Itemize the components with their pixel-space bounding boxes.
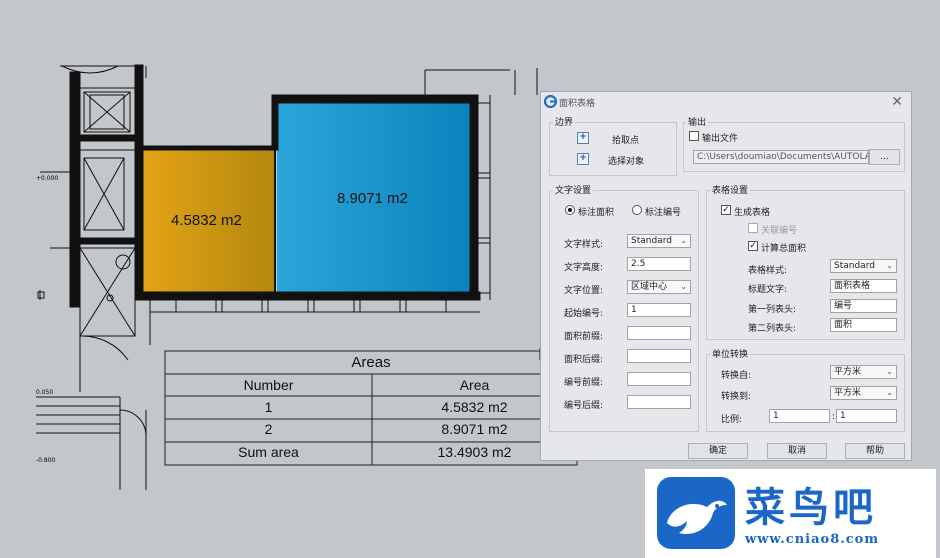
output-group-label: 输出 <box>686 115 709 128</box>
table-style-label: 表格样式: <box>748 266 788 276</box>
close-icon[interactable]: ✕ <box>891 94 903 110</box>
output-file-checkbox[interactable] <box>689 131 699 141</box>
app-logo-icon <box>544 95 557 108</box>
dialog-titlebar[interactable]: 面积表格 ✕ <box>541 92 911 112</box>
chevron-down-icon: ⌄ <box>886 367 893 376</box>
boundary-group <box>549 122 677 176</box>
link-number-checkbox[interactable] <box>748 223 758 233</box>
area-prefix-input[interactable] <box>627 326 691 340</box>
browse-button[interactable]: ... <box>869 149 900 165</box>
column1-header-input[interactable]: 编号 <box>830 299 897 313</box>
number-suffix-label: 编号后缀: <box>564 401 604 411</box>
column2-header-label: 第二列表头: <box>748 324 797 334</box>
table-title: Areas <box>351 354 391 371</box>
pick-point-icon[interactable]: + <box>577 132 589 144</box>
cad-area-table[interactable]: Areas Number Area 1 4.5832 m2 2 8.9071 m… <box>165 351 577 465</box>
ratio-left-input[interactable]: 1 <box>769 409 830 423</box>
text-height-label: 文字高度: <box>564 263 604 273</box>
cancel-button[interactable]: 取消 <box>767 443 827 459</box>
room-2-area-label: 8.9071 m2 <box>337 190 408 207</box>
room-1-area-label: 4.5832 m2 <box>171 212 242 229</box>
table-header: Number <box>243 377 294 393</box>
ratio-separator: : <box>832 412 836 422</box>
text-position-select[interactable]: 区域中心 ⌄ <box>627 280 691 294</box>
number-prefix-input[interactable] <box>627 372 691 386</box>
chevron-down-icon: ⌄ <box>680 236 687 245</box>
convert-from-select[interactable]: 平方米 ⌄ <box>830 365 897 379</box>
area-prefix-label: 面积前缀: <box>564 332 604 342</box>
watermark-name: 菜鸟吧 <box>745 484 877 531</box>
calc-total-label: 计算总面积 <box>761 244 807 254</box>
ratio-right-input[interactable]: 1 <box>836 409 897 423</box>
pick-point-button[interactable]: 拾取点 <box>612 133 639 146</box>
number-prefix-label: 编号前缀: <box>564 378 604 388</box>
table-settings-group-label: 表格设置 <box>710 183 751 196</box>
label-number-radio-label: 标注编号 <box>645 208 682 218</box>
unit-convert-group-label: 单位转换 <box>710 347 751 360</box>
link-number-label: 关联编号 <box>761 226 798 236</box>
watermark-logo: 菜鸟吧 www.cniao8.com <box>645 469 936 558</box>
table-style-select[interactable]: Standard ⌄ <box>830 259 897 273</box>
column1-header-label: 第一列表头: <box>748 305 797 315</box>
chevron-down-icon: ⌄ <box>886 261 893 270</box>
table-cell: Sum area <box>238 444 299 460</box>
watermark-url: www.cniao8.com <box>745 532 880 547</box>
select-object-button[interactable]: 选择对象 <box>608 154 644 167</box>
table-cell: 2 <box>264 421 273 437</box>
title-text-input[interactable]: 面积表格 <box>830 279 897 293</box>
generate-table-label: 生成表格 <box>734 208 771 218</box>
area-suffix-label: 面积后缀: <box>564 355 604 365</box>
text-style-select[interactable]: Standard ⌄ <box>627 234 691 248</box>
label-area-radio[interactable] <box>565 205 575 215</box>
help-button[interactable]: 帮助 <box>845 443 905 459</box>
convert-to-select[interactable]: 平方米 ⌄ <box>830 386 897 400</box>
number-suffix-input[interactable] <box>627 395 691 409</box>
text-height-input[interactable]: 2.5 <box>627 257 691 271</box>
calc-total-checkbox[interactable]: ✓ <box>748 241 758 251</box>
text-settings-group-label: 文字设置 <box>553 183 594 196</box>
convert-from-label: 转换自: <box>721 371 752 381</box>
elevation-mark: -0.800 <box>36 457 56 464</box>
start-number-label: 起始编号: <box>564 309 604 319</box>
output-path-field[interactable]: C:\Users\doumiao\Documents\AUTOLAYOU <box>693 150 869 164</box>
chevron-down-icon: ⌄ <box>680 282 687 291</box>
text-style-label: 文字样式: <box>564 240 604 250</box>
convert-to-label: 转换到: <box>721 392 752 402</box>
output-file-label: 输出文件 <box>702 134 739 144</box>
elevation-mark: +0.000 <box>36 175 59 182</box>
boundary-group-label: 边界 <box>553 115 576 128</box>
area-suffix-input[interactable] <box>627 349 691 363</box>
column2-header-input[interactable]: 面积 <box>830 318 897 332</box>
title-text-label: 标题文字: <box>748 285 788 295</box>
ok-button[interactable]: 确定 <box>688 443 748 459</box>
select-object-icon[interactable]: + <box>577 153 589 165</box>
label-number-radio[interactable] <box>632 205 642 215</box>
chevron-down-icon: ⌄ <box>886 388 893 397</box>
ratio-label: 比例: <box>721 415 743 425</box>
area-table-dialog[interactable]: 面积表格 ✕ 边界 + 拾取点 + 选择对象 输出 输出文件 C:\Users\… <box>540 91 912 461</box>
generate-table-checkbox[interactable]: ✓ <box>721 205 731 215</box>
text-position-label: 文字位置: <box>564 286 604 296</box>
dialog-title: 面积表格 <box>559 99 596 109</box>
start-number-input[interactable]: 1 <box>627 303 691 317</box>
bird-logo-icon <box>657 477 735 549</box>
table-cell: 1 <box>264 399 273 415</box>
label-area-radio-label: 标注面积 <box>578 208 615 218</box>
elevation-mark: 0.050 <box>36 389 54 396</box>
